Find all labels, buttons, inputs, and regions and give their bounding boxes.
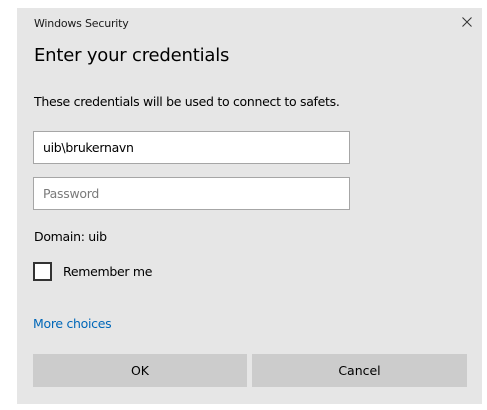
dialog-heading: Enter your credentials: [34, 45, 230, 66]
close-icon: [462, 17, 472, 27]
remember-me-label[interactable]: Remember me: [63, 264, 152, 279]
remember-me-checkbox[interactable]: [33, 262, 52, 281]
more-choices-link[interactable]: More choices: [33, 316, 112, 331]
dialog-description: These credentials will be used to connec…: [34, 94, 340, 109]
domain-label: Domain: uib: [34, 229, 107, 244]
close-button[interactable]: [456, 12, 478, 32]
cancel-button[interactable]: Cancel: [252, 354, 467, 387]
remember-me-checkbox-row[interactable]: Remember me: [33, 262, 152, 281]
username-input[interactable]: [33, 131, 350, 164]
window-title: Windows Security: [34, 17, 129, 30]
password-input[interactable]: [33, 177, 350, 210]
credentials-dialog: Windows Security Enter your credentials …: [17, 8, 482, 404]
ok-button[interactable]: OK: [33, 354, 247, 387]
